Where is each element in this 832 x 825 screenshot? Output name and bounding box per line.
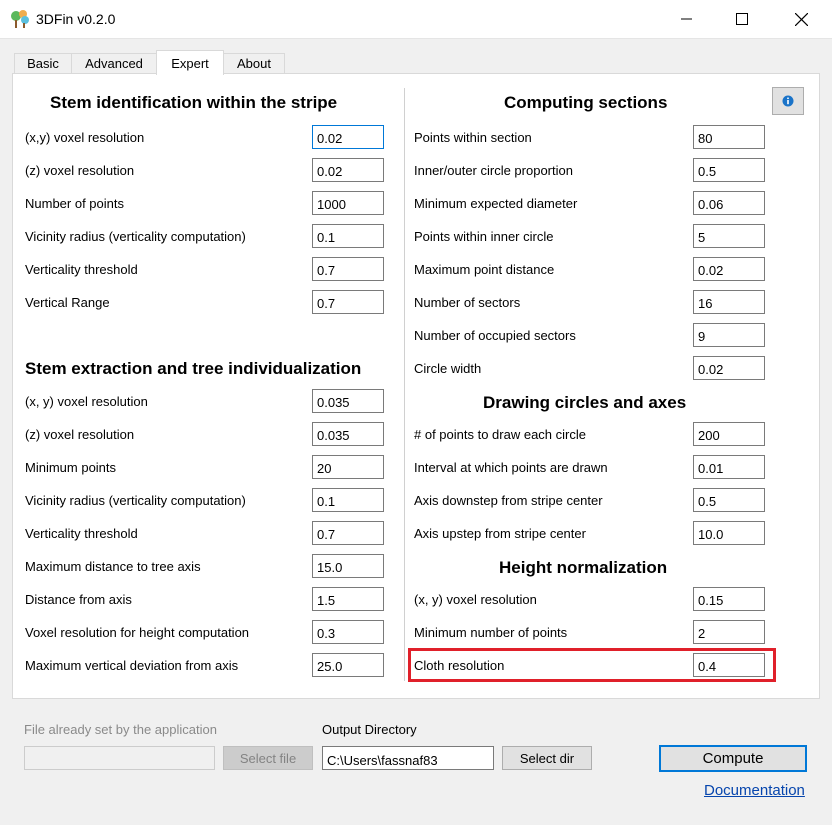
vertical-range-input[interactable]: [312, 290, 384, 314]
circle-proportion-input[interactable]: [693, 158, 765, 182]
field-label: Number of sectors: [414, 295, 521, 310]
field-label: Points within inner circle: [414, 229, 554, 244]
section-title-stem-extraction: Stem extraction and tree individualizati…: [25, 359, 362, 378]
field-label: (z) voxel resolution: [25, 163, 135, 178]
section-title-computing-sections: Computing sections: [504, 93, 668, 112]
maximize-icon: [736, 13, 748, 25]
extraction-vicinity-radius-input[interactable]: [312, 488, 384, 512]
file-label: File already set by the application: [24, 722, 217, 737]
section-title-stem-identification: Stem identification within the stripe: [50, 93, 338, 112]
axis-upstep-input[interactable]: [693, 521, 765, 545]
z-voxel-resolution-input[interactable]: [312, 158, 384, 182]
field-label: Axis upstep from stripe center: [414, 526, 586, 541]
field-label: # of points to draw each circle: [414, 427, 586, 442]
axis-downstep-input[interactable]: [693, 488, 765, 512]
normalization-xy-voxel-input[interactable]: [693, 587, 765, 611]
xy-voxel-resolution-input[interactable]: [312, 125, 384, 149]
field-label: Axis downstep from stripe center: [414, 493, 603, 508]
select-file-button: Select file: [223, 746, 313, 770]
field-label: Maximum distance to tree axis: [25, 559, 201, 574]
max-vertical-deviation-input[interactable]: [312, 653, 384, 677]
file-path-field: [24, 746, 215, 770]
maximize-button[interactable]: [711, 0, 773, 38]
minimum-points-input[interactable]: [312, 455, 384, 479]
field-label: (x,y) voxel resolution: [25, 130, 145, 145]
field-label: Inner/outer circle proportion: [414, 163, 573, 178]
output-directory-input[interactable]: [322, 746, 494, 770]
verticality-threshold-input[interactable]: [312, 257, 384, 281]
select-dir-button[interactable]: Select dir: [502, 746, 592, 770]
field-label: Voxel resolution for height computation: [25, 625, 250, 640]
voxel-resolution-height-input[interactable]: [312, 620, 384, 644]
extraction-verticality-threshold-input[interactable]: [312, 521, 384, 545]
field-label: Distance from axis: [25, 592, 132, 607]
minimum-expected-diameter-input[interactable]: [693, 191, 765, 215]
field-label: (z) voxel resolution: [25, 427, 135, 442]
field-label: Verticality threshold: [25, 526, 138, 541]
close-icon: [794, 12, 808, 26]
app-tree-icon: [11, 10, 29, 28]
info-button[interactable]: [772, 87, 804, 115]
field-label: Maximum vertical deviation from axis: [25, 658, 239, 673]
field-label: Minimum number of points: [414, 625, 568, 640]
extraction-xy-voxel-input[interactable]: [312, 389, 384, 413]
max-distance-tree-axis-input[interactable]: [312, 554, 384, 578]
cloth-resolution-highlight: [408, 648, 776, 682]
field-label: Verticality threshold: [25, 262, 138, 277]
number-of-occupied-sectors-input[interactable]: [693, 323, 765, 347]
field-label: Maximum point distance: [414, 262, 555, 277]
interval-points-drawn-input[interactable]: [693, 455, 765, 479]
tab-basic[interactable]: Basic: [14, 53, 72, 73]
tab-advanced[interactable]: Advanced: [71, 53, 157, 73]
info-icon: [782, 95, 794, 107]
field-label: Vertical Range: [25, 295, 110, 310]
circle-width-input[interactable]: [693, 356, 765, 380]
points-within-section-input[interactable]: [693, 125, 765, 149]
documentation-link[interactable]: Documentation: [704, 782, 805, 799]
window-title: 3DFin v0.2.0: [36, 11, 116, 27]
field-label: Minimum expected diameter: [414, 196, 578, 211]
column-divider: [404, 88, 405, 681]
section-title-drawing-circles: Drawing circles and axes: [483, 393, 687, 412]
vicinity-radius-input[interactable]: [312, 224, 384, 248]
output-directory-label: Output Directory: [322, 722, 417, 737]
minimum-number-of-points-input[interactable]: [693, 620, 765, 644]
field-label: Circle width: [414, 361, 482, 376]
tab-expert[interactable]: Expert: [156, 50, 224, 75]
field-label: (x, y) voxel resolution: [25, 394, 148, 409]
number-of-sectors-input[interactable]: [693, 290, 765, 314]
field-label: Vicinity radius (verticality computation…: [25, 493, 246, 508]
tab-about[interactable]: About: [223, 53, 285, 73]
field-label: Number of points: [25, 196, 124, 211]
field-label: Minimum points: [25, 460, 117, 475]
minimize-button[interactable]: [656, 0, 718, 38]
field-label: Vicinity radius (verticality computation…: [25, 229, 246, 244]
number-of-points-input[interactable]: [312, 191, 384, 215]
field-label: Interval at which points are drawn: [414, 460, 608, 475]
points-draw-circle-input[interactable]: [693, 422, 765, 446]
field-label: (x, y) voxel resolution: [414, 592, 537, 607]
field-label: Number of occupied sectors: [414, 328, 576, 343]
title-bar: 3DFin v0.2.0: [0, 0, 832, 39]
points-within-inner-circle-input[interactable]: [693, 224, 765, 248]
extraction-z-voxel-input[interactable]: [312, 422, 384, 446]
field-label: Points within section: [414, 130, 532, 145]
minimize-icon: [681, 18, 692, 20]
section-title-height-normalization: Height normalization: [499, 558, 668, 577]
distance-from-axis-input[interactable]: [312, 587, 384, 611]
close-button[interactable]: [770, 0, 832, 38]
compute-button[interactable]: Compute: [659, 745, 807, 772]
maximum-point-distance-input[interactable]: [693, 257, 765, 281]
